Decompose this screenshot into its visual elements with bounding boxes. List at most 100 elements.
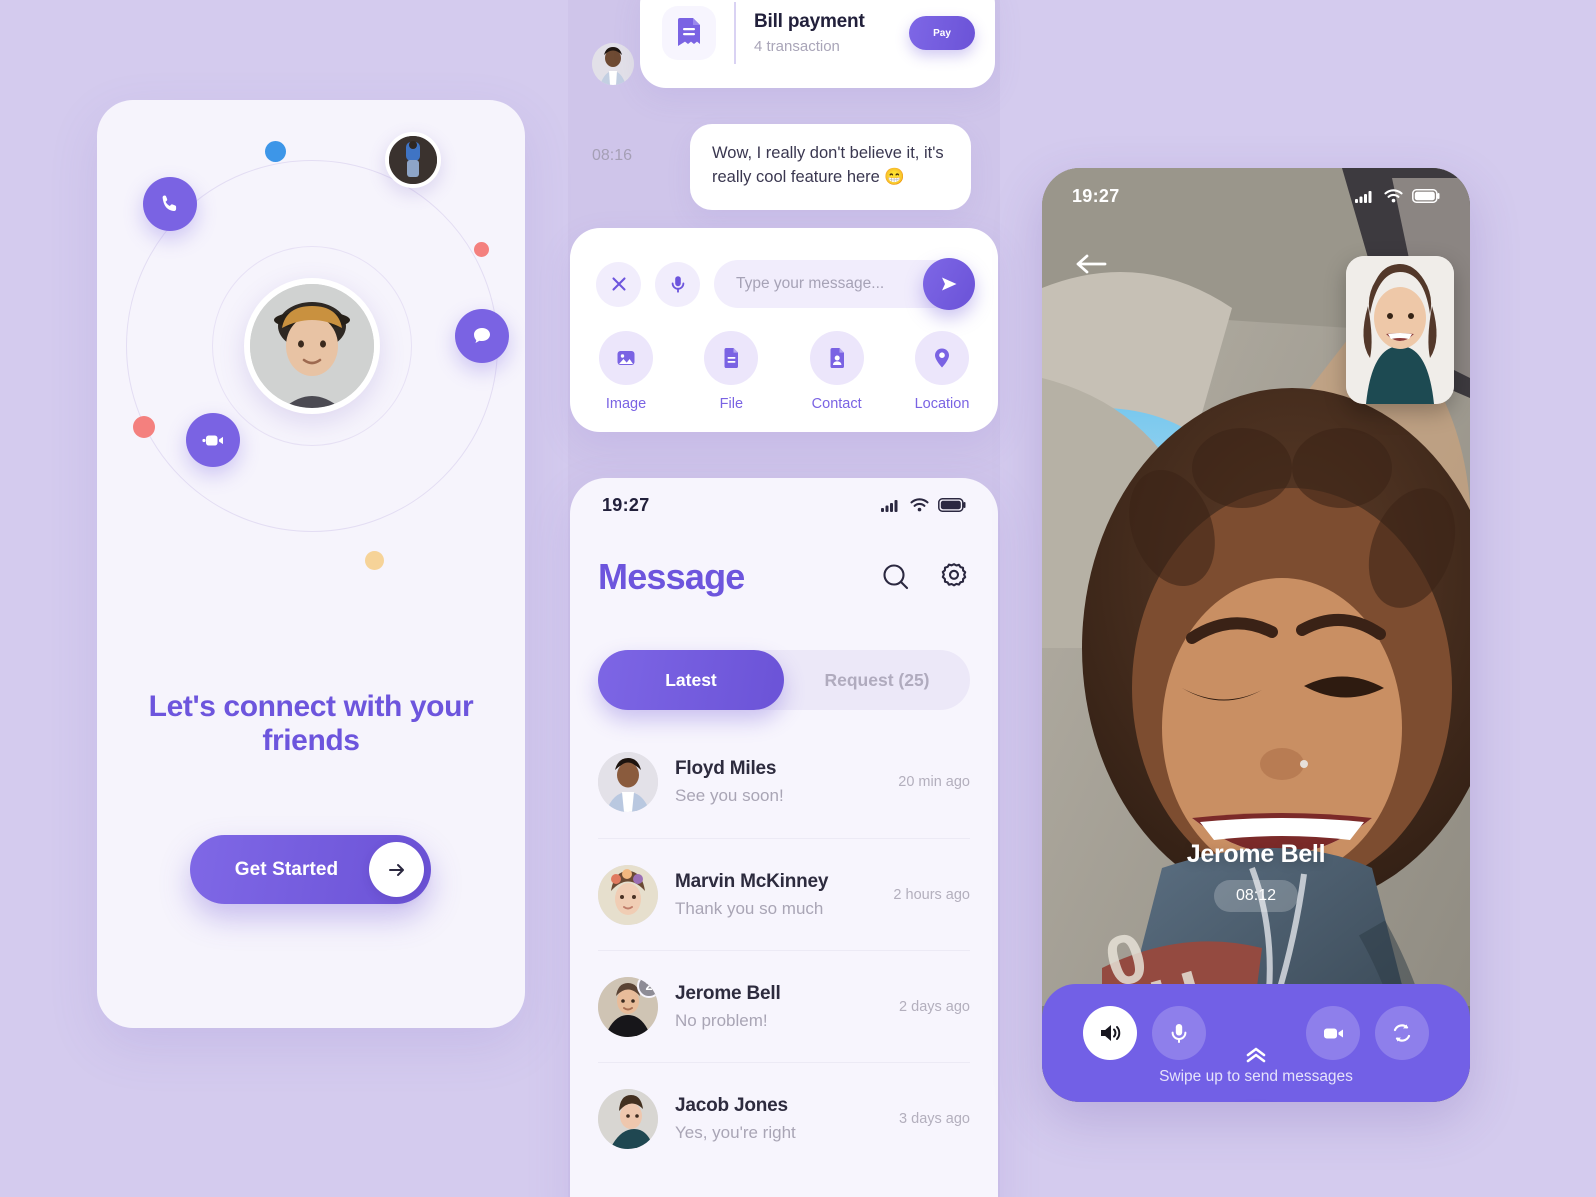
divider <box>734 2 736 64</box>
attach-file-label: File <box>719 396 744 412</box>
chat-bubble-icon <box>474 328 490 343</box>
avatar <box>592 43 634 85</box>
get-started-label: Get Started <box>234 858 339 880</box>
unread-badge: 2 <box>637 976 658 998</box>
avatar <box>598 1088 658 1149</box>
status-bar-time: 19:27 <box>602 494 650 515</box>
video-camera-icon <box>202 435 223 446</box>
call-orbit-button[interactable] <box>143 177 197 231</box>
bill-payment-card[interactable]: Bill payment 4 transaction Pay <box>640 0 995 88</box>
attach-contact-button[interactable]: Contact <box>807 331 867 412</box>
center-user-avatar <box>244 278 380 414</box>
switch-camera-icon <box>1393 1024 1411 1042</box>
orbit-dot-red-right <box>474 242 489 257</box>
send-icon <box>942 277 957 291</box>
search-icon[interactable] <box>880 561 912 593</box>
cellular-signal-icon <box>1355 191 1372 203</box>
get-started-button[interactable]: Get Started <box>190 835 431 904</box>
timestamp: 2 days ago <box>899 998 970 1015</box>
tab-request[interactable]: Request (25) <box>784 650 970 710</box>
contact-card-icon <box>809 331 864 385</box>
onboarding-screen: Let's connect with your friends Get Star… <box>97 100 525 1028</box>
gear-icon[interactable] <box>938 561 970 593</box>
status-bar-icons <box>1355 189 1440 203</box>
list-item[interactable]: Jacob Jones Yes, you're right 3 days ago <box>598 1062 970 1174</box>
pay-button[interactable]: Pay <box>909 16 975 50</box>
back-button[interactable] <box>1074 251 1108 282</box>
friend-avatar <box>385 132 441 188</box>
page-title: Message <box>598 556 745 597</box>
attach-image-label: Image <box>605 396 647 412</box>
list-item-texts: Floyd Miles See you soon! <box>675 758 898 806</box>
message-composer-panel: Image File Conta <box>570 228 998 432</box>
incoming-message-bubble: Wow, I really don't believe it, it's rea… <box>690 124 971 210</box>
switch-camera-button[interactable] <box>1375 1006 1429 1060</box>
timestamp: 3 days ago <box>899 1110 970 1127</box>
contact-name: Marvin McKinney <box>675 870 829 892</box>
battery-icon <box>938 498 966 512</box>
contact-name: Jacob Jones <box>675 1094 788 1116</box>
call-duration: 08:12 <box>1213 880 1299 912</box>
message-timestamp: 08:16 <box>592 147 633 164</box>
timestamp: 20 min ago <box>898 774 970 790</box>
attach-location-label: Location <box>914 396 970 412</box>
video-orbit-button[interactable] <box>186 413 240 467</box>
speaker-button[interactable] <box>1083 1006 1137 1060</box>
orbit-dot-red-left <box>133 416 155 438</box>
conversation-list: Floyd Miles See you soon! 20 min ago Mar… <box>570 726 998 1174</box>
speaker-icon <box>1101 1025 1121 1041</box>
avatar <box>598 752 658 812</box>
contact-name: Floyd Miles <box>675 758 777 779</box>
message-tabs: Latest Request (25) <box>598 650 970 710</box>
attach-file-button[interactable]: File <box>701 331 761 412</box>
location-pin-icon <box>914 331 969 385</box>
chevron-double-up-icon[interactable] <box>1244 1046 1268 1069</box>
status-bar: 19:27 <box>1042 168 1470 224</box>
mute-button[interactable] <box>1152 1006 1206 1060</box>
close-icon <box>611 277 626 291</box>
list-item[interactable]: Floyd Miles See you soon! 20 min ago <box>598 726 970 838</box>
call-controls-bar: Swipe up to send messages <box>1042 984 1470 1102</box>
send-button[interactable] <box>923 258 975 310</box>
bill-payment-title: Bill payment <box>754 11 865 32</box>
avatar <box>598 864 658 925</box>
arrow-left-icon <box>1076 254 1107 274</box>
chat-orbit-button[interactable] <box>455 309 509 363</box>
self-camera-preview[interactable] <box>1346 256 1454 404</box>
receipt-icon <box>662 6 716 60</box>
camera-button[interactable] <box>1306 1006 1360 1060</box>
search-input message-input[interactable] <box>736 275 926 293</box>
voice-record-button[interactable] <box>655 261 700 307</box>
attach-location-button[interactable]: Location <box>912 331 972 412</box>
message-input-wrapper[interactable] <box>714 258 975 310</box>
wifi-icon <box>910 498 929 512</box>
list-item[interactable]: Marvin McKinney Thank you so much 2 hour… <box>598 838 970 950</box>
list-item-texts: Jerome Bell No problem! <box>675 983 899 1031</box>
caller-name: Jerome Bell <box>1186 840 1326 868</box>
image-icon <box>599 331 653 385</box>
message-header: Message <box>598 556 970 598</box>
avatar: 2 <box>598 976 658 1037</box>
bill-payment-texts: Bill payment 4 transaction <box>754 11 909 55</box>
list-item-texts: Jacob Jones Yes, you're right <box>675 1095 899 1143</box>
swipe-hint-label: Swipe up to send messages <box>1159 1068 1353 1085</box>
orbit-illustration <box>97 100 525 660</box>
list-item[interactable]: 2 Jerome Bell No problem! 2 days ago <box>598 950 970 1062</box>
composer-attachment-actions: Image File Contact Location <box>596 331 972 412</box>
composer-input-row <box>596 258 975 310</box>
attach-image-button[interactable]: Image <box>596 331 656 412</box>
close-button[interactable] <box>596 261 641 307</box>
status-bar: 19:27 <box>570 478 998 532</box>
video-call-screen: 0 U 19:27 <box>1042 168 1470 1102</box>
status-bar-time: 19:27 <box>1072 185 1120 206</box>
file-icon <box>704 331 759 385</box>
message-list-screen: 19:27 Message Latest Request (25) Floyd … <box>570 478 998 1197</box>
orbit-dot-blue <box>265 141 286 162</box>
arrow-right-icon <box>369 842 424 897</box>
attach-contact-label: Contact <box>811 396 862 412</box>
microphone-icon <box>1171 1024 1187 1043</box>
contact-name: Jerome Bell <box>675 982 781 1004</box>
timestamp: 2 hours ago <box>893 886 970 903</box>
orbit-dot-yellow <box>365 551 384 570</box>
tab-latest[interactable]: Latest <box>598 650 784 710</box>
